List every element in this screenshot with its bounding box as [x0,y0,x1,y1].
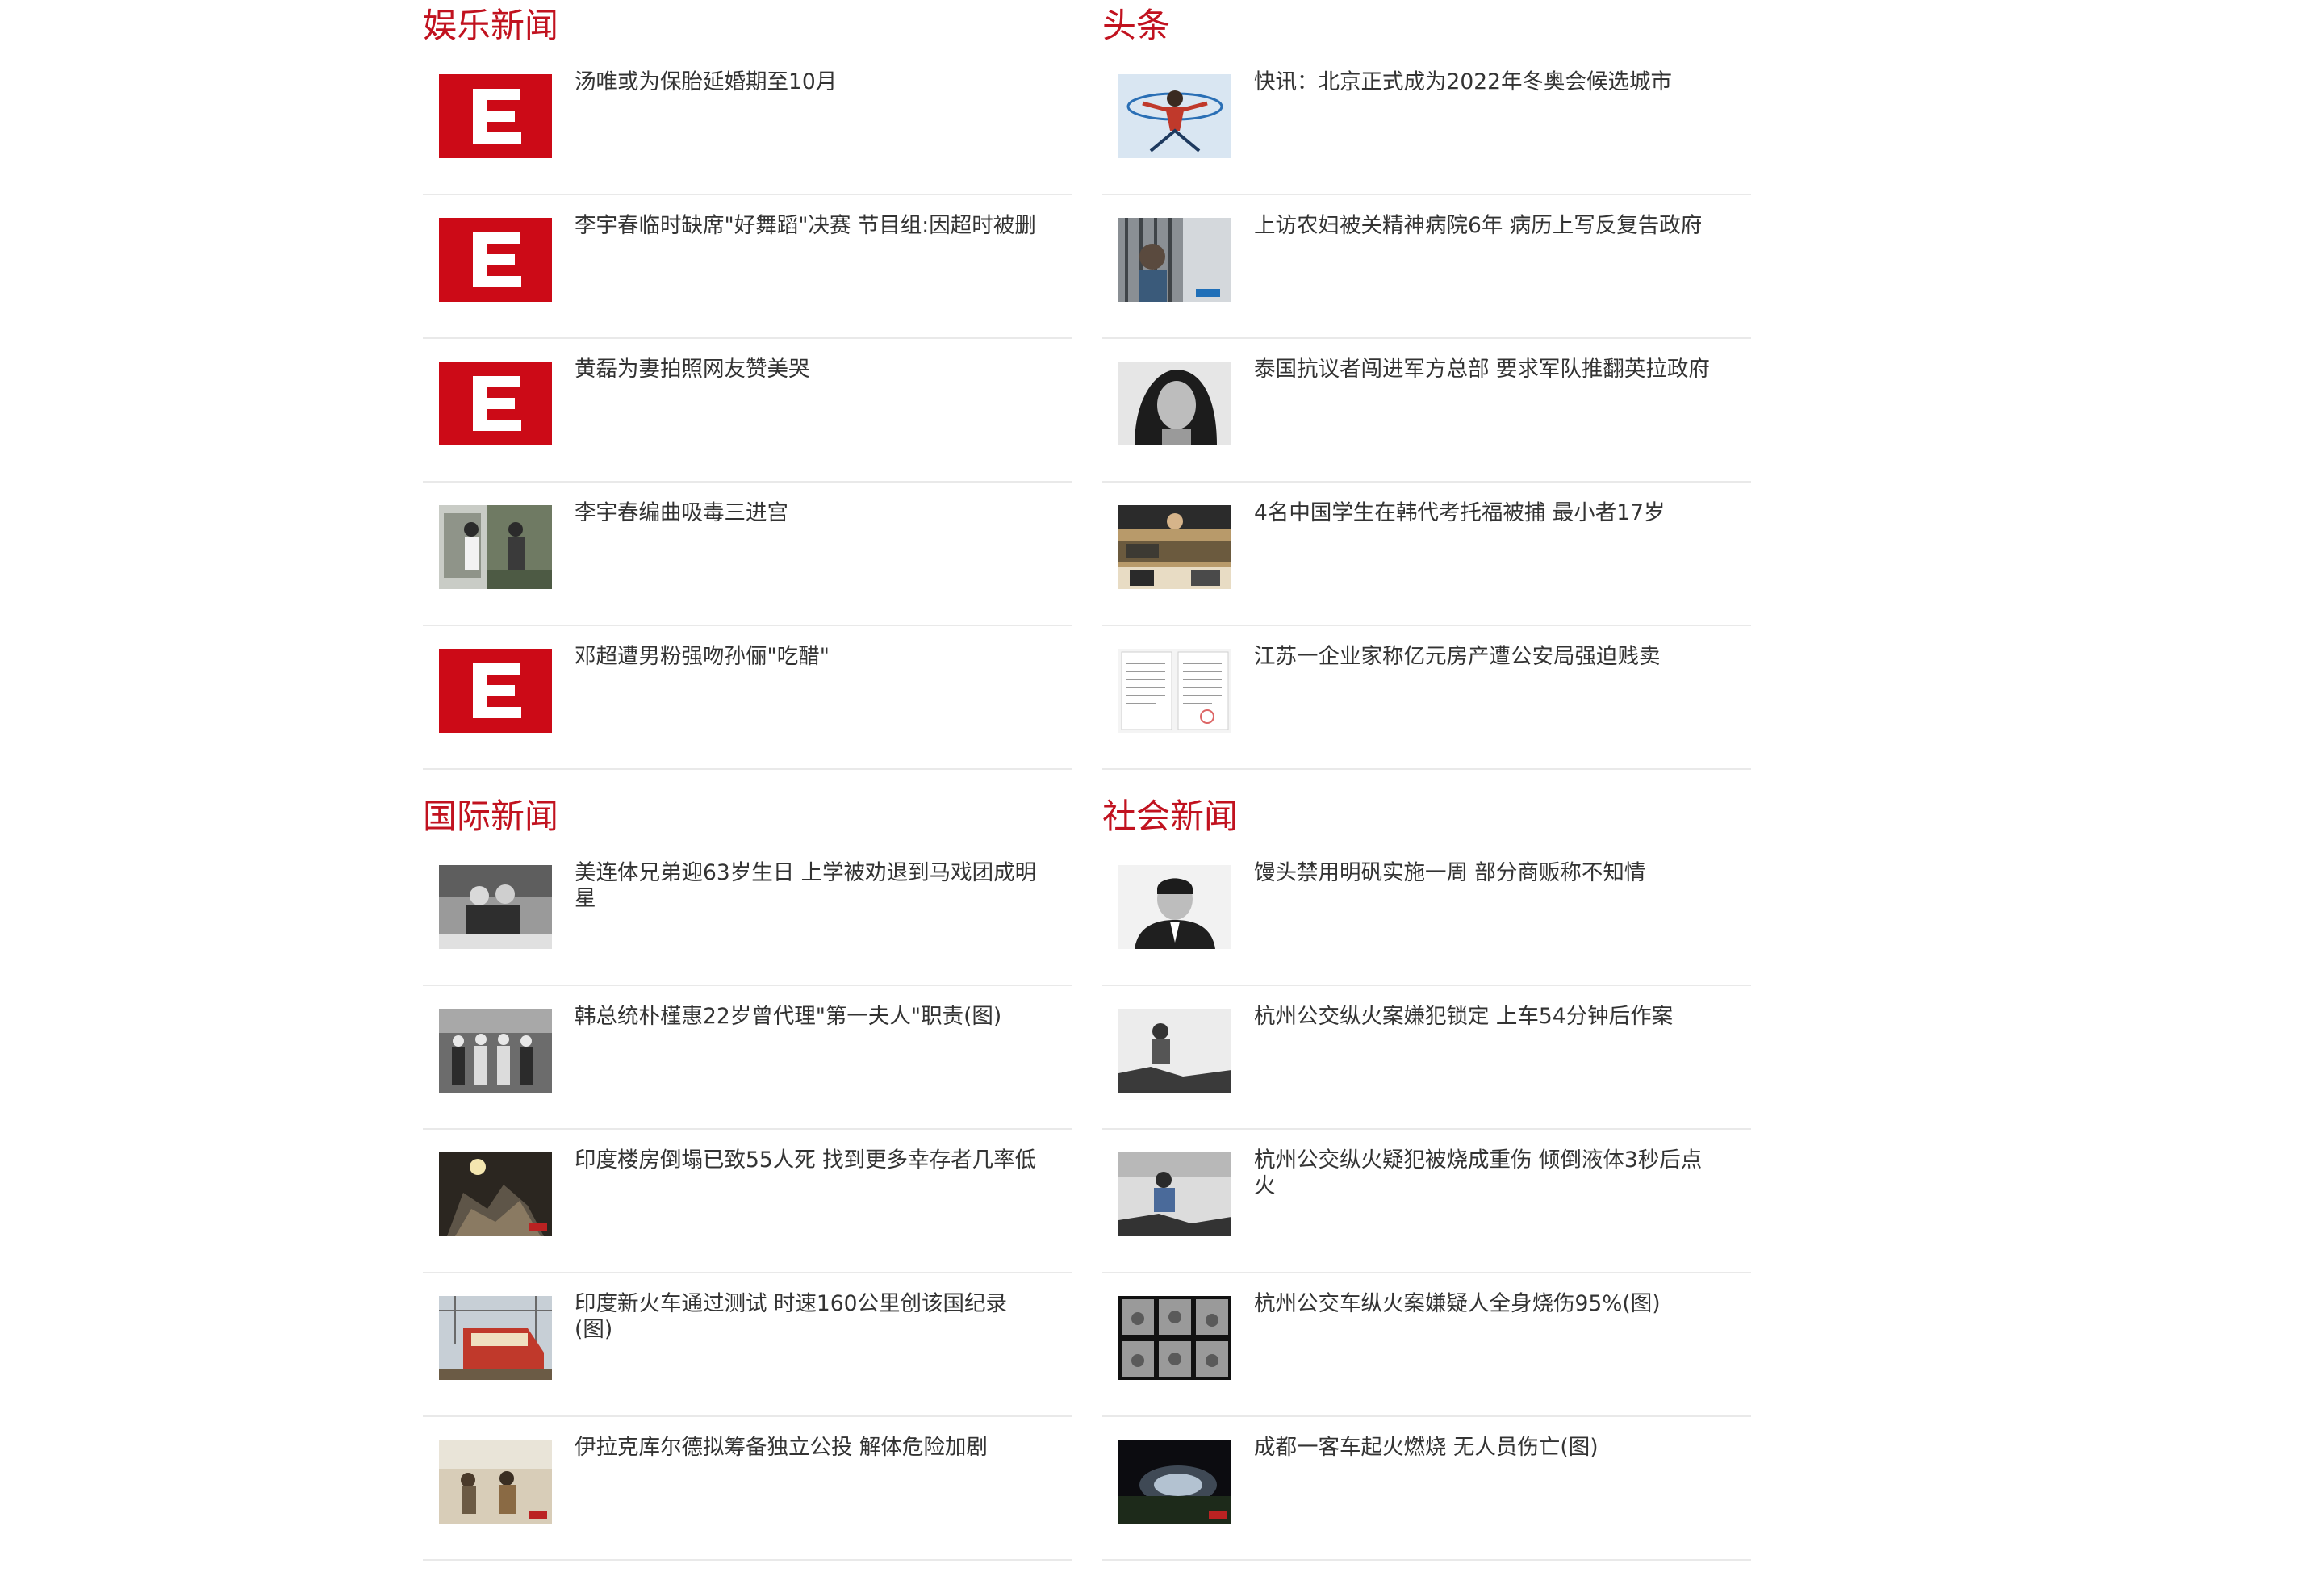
news-headline-link[interactable]: 江苏一企业家称亿元房产遭公安局强迫贱卖 [1254,644,1722,670]
news-item[interactable]: 汤唯或为保胎延婚期至10月 [423,52,1072,195]
news-headline-link[interactable]: 杭州公交纵火案嫌犯锁定 上车54分钟后作案 [1254,1004,1722,1030]
news-list: 快讯：北京正式成为2022年冬奥会候选城市 上访农妇被关精神病院6年 病历上写反… [1102,52,1751,770]
news-thumbnail-e-logo[interactable] [439,649,552,733]
news-thumbnail-photo[interactable] [439,505,552,589]
news-headline-link[interactable]: 成都一客车起火燃烧 无人员伤亡(图) [1254,1435,1722,1461]
news-thumbnail-photo[interactable] [439,865,552,949]
news-thumbnail-photo[interactable] [1118,1152,1231,1236]
news-thumbnail-photo[interactable] [439,1440,552,1524]
news-headline-link[interactable]: 印度楼房倒塌已致55人死 找到更多幸存者几率低 [575,1148,1043,1173]
news-item[interactable]: 杭州公交车纵火案嫌疑人全身烧伤95%(图) [1102,1273,1751,1417]
news-thumbnail-e-logo[interactable] [439,74,552,158]
news-item[interactable]: 伊拉克库尔德拟筹备独立公投 解体危险加剧 [423,1417,1072,1561]
news-thumbnail-photo[interactable] [1118,362,1231,445]
news-headline-link[interactable]: 快讯：北京正式成为2022年冬奥会候选城市 [1254,69,1722,95]
news-headline-link[interactable]: 泰国抗议者闯进军方总部 要求军队推翻英拉政府 [1254,357,1722,383]
news-thumbnail-photo-grid[interactable] [1118,1296,1231,1380]
news-thumbnail-e-logo[interactable] [439,218,552,302]
news-item[interactable]: 快讯：北京正式成为2022年冬奥会候选城市 [1102,52,1751,195]
news-thumbnail-photo[interactable] [1118,1009,1231,1093]
news-item[interactable]: 馒头禁用明矾实施一周 部分商贩称不知情 [1102,842,1751,986]
news-headline-link[interactable]: 上访农妇被关精神病院6年 病历上写反复告政府 [1254,213,1722,239]
news-headline-link[interactable]: 汤唯或为保胎延婚期至10月 [575,69,1043,95]
news-headline-link[interactable]: 邓超遭男粉强吻孙俪"吃醋" [575,644,1043,670]
news-headline-link[interactable]: 杭州公交车纵火案嫌疑人全身烧伤95%(图) [1254,1291,1722,1317]
news-item[interactable]: 江苏一企业家称亿元房产遭公安局强迫贱卖 [1102,626,1751,770]
news-headline-link[interactable]: 黄磊为妻拍照网友赞美哭 [575,357,1043,383]
news-list: 美连体兄弟迎63岁生日 上学被劝退到马戏团成明星 韩总统朴槿惠22岁曾代理"第一… [423,842,1072,1561]
section-title[interactable]: 国际新闻 [423,794,558,839]
news-headline-link[interactable]: 李宇春临时缺席"好舞蹈"决赛 节目组:因超时被删 [575,213,1043,239]
news-item[interactable]: 成都一客车起火燃烧 无人员伤亡(图) [1102,1417,1751,1561]
news-headline-link[interactable]: 馒头禁用明矾实施一周 部分商贩称不知情 [1254,860,1722,886]
news-item[interactable]: 韩总统朴槿惠22岁曾代理"第一夫人"职责(图) [423,986,1072,1130]
news-thumbnail-photo[interactable] [439,1152,552,1236]
news-item[interactable]: 印度新火车通过测试 时速160公里创该国纪录(图) [423,1273,1072,1417]
news-item[interactable]: 杭州公交纵火案嫌犯锁定 上车54分钟后作案 [1102,986,1751,1130]
news-item[interactable]: 印度楼房倒塌已致55人死 找到更多幸存者几率低 [423,1130,1072,1273]
news-item[interactable]: 黄磊为妻拍照网友赞美哭 [423,339,1072,483]
news-headline-link[interactable]: 4名中国学生在韩代考托福被捕 最小者17岁 [1254,500,1722,526]
news-item[interactable]: 4名中国学生在韩代考托福被捕 最小者17岁 [1102,483,1751,626]
news-item[interactable]: 邓超遭男粉强吻孙俪"吃醋" [423,626,1072,770]
news-thumbnail-photo[interactable] [1118,74,1231,158]
news-thumbnail-e-logo[interactable] [439,362,552,445]
news-list: 馒头禁用明矾实施一周 部分商贩称不知情 杭州公交纵火案嫌犯锁定 上车54分钟后作… [1102,842,1751,1561]
section-title[interactable]: 社会新闻 [1102,794,1238,839]
news-thumbnail-photo[interactable] [439,1296,552,1380]
news-headline-link[interactable]: 美连体兄弟迎63岁生日 上学被劝退到马戏团成明星 [575,860,1043,912]
news-thumbnail-document[interactable] [1118,649,1231,733]
news-thumbnail-photo[interactable] [1118,865,1231,949]
news-item[interactable]: 泰国抗议者闯进军方总部 要求军队推翻英拉政府 [1102,339,1751,483]
news-list: 汤唯或为保胎延婚期至10月 李宇春临时缺席"好舞蹈"决赛 节目组:因超时被删 黄… [423,52,1072,770]
news-thumbnail-photo[interactable] [1118,218,1231,302]
section-title[interactable]: 头条 [1102,3,1170,48]
news-item[interactable]: 美连体兄弟迎63岁生日 上学被劝退到马戏团成明星 [423,842,1072,986]
news-thumbnail-photo[interactable] [1118,1440,1231,1524]
news-headline-link[interactable]: 韩总统朴槿惠22岁曾代理"第一夫人"职责(图) [575,1004,1043,1030]
news-headline-link[interactable]: 伊拉克库尔德拟筹备独立公投 解体危险加剧 [575,1435,1043,1461]
news-headline-link[interactable]: 印度新火车通过测试 时速160公里创该国纪录(图) [575,1291,1043,1343]
news-item[interactable]: 李宇春编曲吸毒三进宫 [423,483,1072,626]
news-headline-link[interactable]: 李宇春编曲吸毒三进宫 [575,500,1043,526]
section-title[interactable]: 娱乐新闻 [423,3,558,48]
news-page: 娱乐新闻 汤唯或为保胎延婚期至10月 李宇春临时缺席"好舞蹈"决赛 节目组:因超… [0,0,2324,1572]
news-item[interactable]: 李宇春临时缺席"好舞蹈"决赛 节目组:因超时被删 [423,195,1072,339]
news-item[interactable]: 杭州公交纵火疑犯被烧成重伤 倾倒液体3秒后点火 [1102,1130,1751,1273]
news-thumbnail-photo[interactable] [439,1009,552,1093]
news-item[interactable]: 上访农妇被关精神病院6年 病历上写反复告政府 [1102,195,1751,339]
news-thumbnail-photo[interactable] [1118,505,1231,589]
news-headline-link[interactable]: 杭州公交纵火疑犯被烧成重伤 倾倒液体3秒后点火 [1254,1148,1722,1199]
